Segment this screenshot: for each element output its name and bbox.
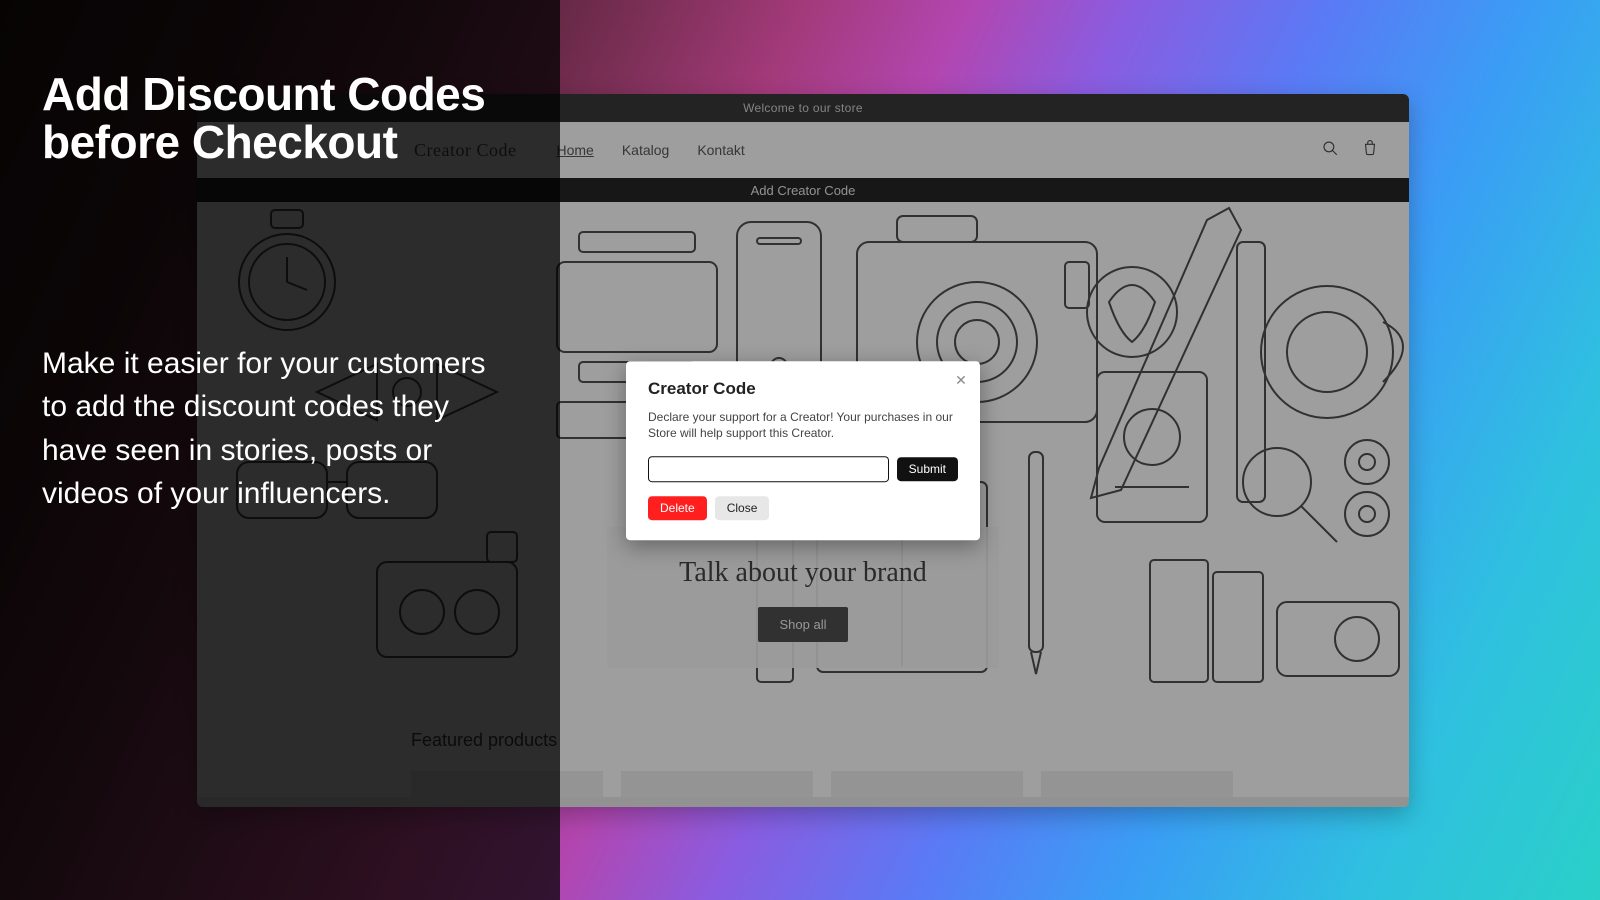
promo-title: Add Discount Codes before Checkout bbox=[42, 70, 518, 167]
promo-title-line1: Add Discount Codes bbox=[42, 68, 485, 120]
submit-button[interactable]: Submit bbox=[897, 457, 958, 481]
promo-body: Make it easier for your customers to add… bbox=[42, 342, 518, 516]
modal-actions-row: Delete Close bbox=[648, 496, 958, 520]
delete-button[interactable]: Delete bbox=[648, 496, 707, 520]
promo-overlay: Add Discount Codes before Checkout Make … bbox=[0, 0, 560, 900]
modal-input-row: Submit bbox=[648, 456, 958, 482]
creator-code-input[interactable] bbox=[648, 456, 889, 482]
modal-title: Creator Code bbox=[648, 379, 958, 399]
close-button[interactable]: Close bbox=[715, 496, 770, 520]
creator-code-modal: ✕ Creator Code Declare your support for … bbox=[626, 361, 980, 541]
modal-description: Declare your support for a Creator! Your… bbox=[648, 409, 958, 443]
promo-title-line2: before Checkout bbox=[42, 116, 397, 168]
close-icon[interactable]: ✕ bbox=[954, 373, 968, 387]
